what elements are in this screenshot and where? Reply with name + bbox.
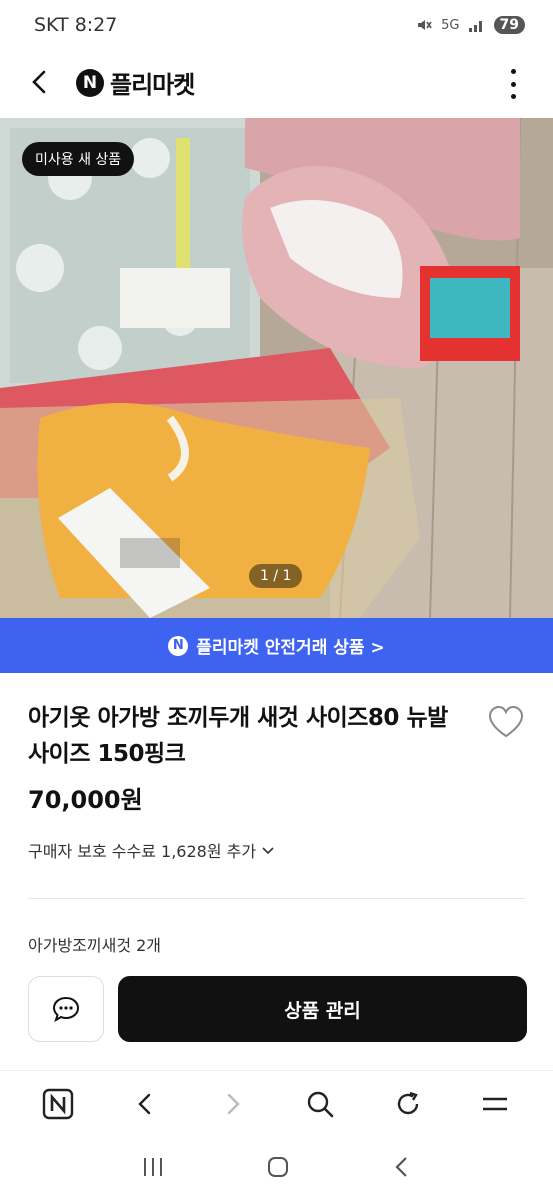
signal-icon — [468, 21, 482, 32]
status-carrier-time: SKT 8:27 — [34, 14, 118, 36]
manage-product-button[interactable]: 상품 관리 — [118, 976, 527, 1042]
action-bar: 상품 관리 — [0, 962, 553, 1070]
divider — [28, 898, 525, 899]
buyer-protection-fee[interactable]: 구매자 보호 수수료 1,628원 추가 — [28, 838, 275, 862]
search-icon — [308, 1091, 334, 1117]
favorite-button[interactable] — [487, 704, 525, 740]
recent-apps-icon — [144, 1158, 163, 1176]
safe-trade-logo: N — [168, 635, 189, 656]
product-description: 아가방조끼새것 2개 — [28, 936, 162, 955]
battery-level: 79 — [493, 16, 525, 34]
fee-label: 구매자 보호 수수료 1,628원 추가 — [28, 842, 257, 861]
browser-forward-button[interactable] — [215, 1086, 251, 1122]
browser-toolbar — [0, 1070, 553, 1136]
system-navigation-bar — [0, 1138, 553, 1200]
chat-bubble-icon — [52, 996, 80, 1023]
recent-apps-button[interactable] — [140, 1156, 166, 1182]
browser-back-button[interactable] — [127, 1086, 163, 1122]
product-title: 아기옷 아가방 조끼두개 새것 사이즈80 뉴발사이즈 150핑크 — [28, 705, 448, 767]
browser-search-button[interactable] — [302, 1086, 338, 1122]
image-counter: 1 / 1 — [249, 564, 303, 588]
logo-text: 플리마켓 — [110, 71, 195, 99]
chevron-down-icon — [262, 847, 274, 855]
chevron-left-icon — [138, 1093, 151, 1114]
heart-outline-icon — [488, 705, 524, 738]
more-options-button[interactable] — [499, 66, 527, 102]
brand-logo[interactable]: N 플리마켓 — [76, 65, 195, 100]
product-photo — [0, 118, 553, 618]
browser-refresh-button[interactable] — [390, 1086, 426, 1122]
more-vertical-icon — [510, 69, 516, 74]
status-icons: 5G 79 — [415, 16, 525, 34]
chevron-right-icon — [227, 1093, 240, 1114]
logo-mark: N — [76, 68, 104, 97]
refresh-icon — [397, 1091, 418, 1114]
mute-icon — [418, 20, 432, 30]
more-dot — [510, 81, 516, 87]
browser-menu-button[interactable] — [477, 1086, 513, 1122]
chat-button[interactable] — [28, 976, 104, 1042]
naver-n-icon — [42, 1088, 73, 1119]
product-price: 70,000원 — [28, 786, 143, 814]
safe-trade-banner[interactable]: N 플리마켓 안전거래 상품 > — [0, 618, 553, 673]
app-header: N 플리마켓 — [0, 50, 553, 116]
chevron-left-icon — [395, 1157, 407, 1177]
home-icon — [268, 1157, 289, 1177]
more-dot — [510, 94, 516, 99]
back-button[interactable] — [22, 64, 58, 100]
system-back-button[interactable] — [391, 1155, 413, 1183]
product-image[interactable]: 미사용 새 상품 1 / 1 — [0, 118, 553, 618]
menu-icon — [483, 1097, 508, 1110]
browser-home-button[interactable] — [40, 1086, 76, 1122]
safe-trade-label: 플리마켓 안전거래 상품 > — [196, 638, 385, 658]
unused-new-badge: 미사용 새 상품 — [22, 142, 135, 176]
network-type: 5G — [441, 17, 460, 33]
status-bar: SKT 8:27 5G 79 — [0, 0, 553, 50]
home-button[interactable] — [266, 1155, 290, 1183]
chevron-left-icon — [32, 70, 46, 94]
